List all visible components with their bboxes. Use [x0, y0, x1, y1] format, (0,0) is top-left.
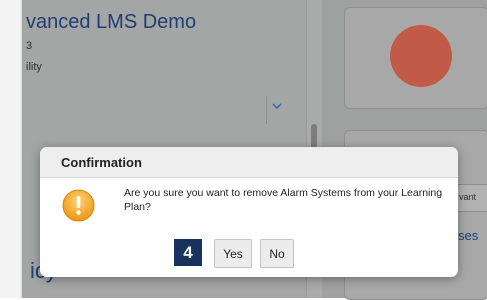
dialog-title: Confirmation	[61, 155, 142, 170]
warning-icon	[62, 189, 95, 222]
side-link[interactable]: ses	[458, 228, 478, 243]
dialog-header: Confirmation	[40, 147, 458, 178]
dropdown-divider	[266, 96, 267, 124]
course-subtitle-number: 3	[26, 40, 33, 52]
no-button[interactable]: No	[260, 239, 294, 268]
status-circle	[390, 25, 452, 87]
chevron-down-icon[interactable]	[271, 99, 283, 114]
course-subtitle-text: ility	[26, 61, 42, 73]
left-strip	[0, 0, 22, 298]
yes-button[interactable]: Yes	[214, 239, 252, 268]
side-field-text: vant	[459, 192, 477, 202]
course-title[interactable]: vanced LMS Demo	[26, 11, 196, 34]
step-number-badge: 4	[174, 239, 202, 266]
confirmation-dialog: Confirmation Are you sure you want to re…	[40, 147, 458, 277]
dialog-message: Are you sure you want to remove Alarm Sy…	[124, 187, 443, 213]
